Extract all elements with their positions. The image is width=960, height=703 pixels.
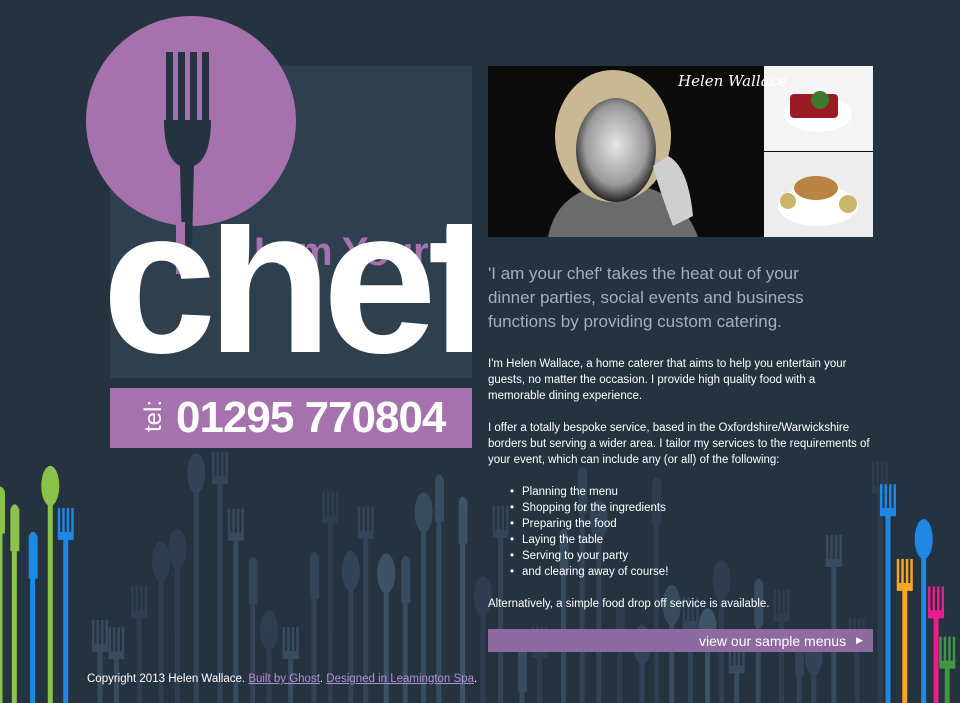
footer: Copyright 2013 Helen Wallace. Built by G… (87, 673, 477, 685)
footer-end: . (473, 673, 478, 685)
chef-portrait-image (488, 66, 873, 237)
logo[interactable]: I am Your chef tel: 01295 770804 (86, 16, 476, 448)
about-paragraph: I'm Helen Wallace, a home caterer that a… (488, 358, 847, 402)
list-item: Preparing the food (510, 516, 876, 532)
built-by-link[interactable]: Built by Ghost (248, 673, 320, 685)
phone-bar[interactable]: tel: 01295 770804 (110, 388, 472, 448)
about-section: I'm Helen Wallace, a home caterer that a… (488, 356, 876, 628)
services-list: Planning the menu Shopping for the ingre… (510, 484, 876, 580)
list-item: Shopping for the ingredients (510, 500, 876, 516)
view-menus-button[interactable]: view our sample menus ▶ (488, 629, 873, 652)
arrow-right-icon: ▶ (856, 635, 863, 645)
closing-paragraph: Alternatively, a simple food drop off se… (488, 598, 770, 610)
list-item: and clearing away of course! (510, 564, 876, 580)
list-item: Planning the menu (510, 484, 876, 500)
list-item: Serving to your party (510, 548, 876, 564)
about-paragraph: I offer a totally bespoke service, based… (488, 422, 870, 466)
logo-word: chef (110, 224, 472, 384)
view-menus-label: view our sample menus (699, 632, 847, 649)
phone-number[interactable]: 01295 770804 (176, 393, 446, 443)
designed-in-link[interactable]: Designed in Leamington Spa (326, 673, 474, 685)
header-photo: Helen Wallace (488, 66, 873, 237)
copyright-text: Copyright 2013 Helen Wallace. (87, 673, 246, 685)
tel-label: tel: (140, 399, 167, 432)
logo-word-text: chef (110, 224, 472, 384)
intro-text: 'I am your chef' takes the heat out of y… (488, 264, 804, 331)
list-item: Laying the table (510, 532, 876, 548)
photo-caption: Helen Wallace (678, 72, 787, 90)
